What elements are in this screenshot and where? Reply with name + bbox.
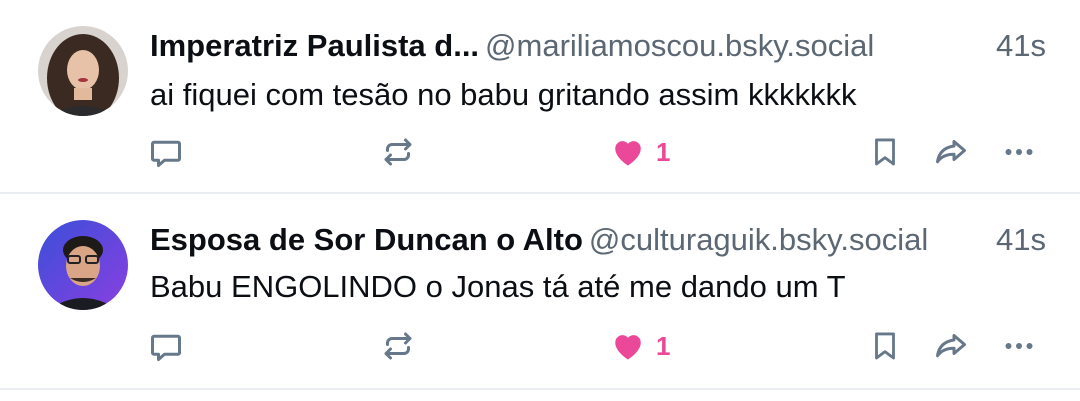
- post-actions: 1: [0, 130, 1080, 174]
- timestamp[interactable]: 41s: [996, 220, 1046, 260]
- reply-icon: [151, 334, 181, 361]
- repost-button[interactable]: [380, 130, 416, 174]
- bookmark-icon: [875, 332, 895, 360]
- display-name[interactable]: Esposa de Sor Duncan o Alto: [150, 222, 583, 257]
- like-count: 1: [656, 330, 671, 361]
- avatar[interactable]: [38, 26, 128, 116]
- feed: Imperatriz Paulista d... @mariliamoscou.b…: [0, 0, 1080, 401]
- bookmark-button[interactable]: [868, 130, 902, 174]
- share-icon: [936, 334, 966, 358]
- post-header: Imperatriz Paulista d... @mariliamoscou.b…: [150, 26, 1050, 66]
- post-actions: 1: [0, 324, 1080, 368]
- repost-button[interactable]: [380, 324, 416, 368]
- display-name[interactable]: Imperatriz Paulista d...: [150, 28, 479, 63]
- heart-icon: [615, 141, 641, 166]
- avatar[interactable]: [38, 220, 128, 310]
- timestamp[interactable]: 41s: [996, 26, 1046, 66]
- like-button[interactable]: 1: [610, 130, 670, 174]
- heart-icon: [615, 335, 641, 360]
- share-button[interactable]: [932, 324, 970, 368]
- bookmark-icon: [875, 138, 895, 166]
- reply-button[interactable]: [148, 324, 184, 368]
- post-text: ai fiquei com tesão no babu gritando ass…: [150, 77, 857, 112]
- bookmark-button[interactable]: [868, 324, 902, 368]
- more-button[interactable]: [1000, 130, 1038, 174]
- reply-icon: [151, 140, 181, 167]
- repost-icon: [384, 138, 412, 166]
- handle[interactable]: @culturaguik.bsky.social: [589, 222, 928, 257]
- post-item[interactable]: Imperatriz Paulista d... @mariliamoscou.b…: [0, 0, 1080, 194]
- more-icon: [1005, 343, 1033, 349]
- like-button[interactable]: 1: [610, 324, 670, 368]
- more-icon: [1005, 149, 1033, 155]
- handle[interactable]: @mariliamoscou.bsky.social: [485, 28, 874, 63]
- more-button[interactable]: [1000, 324, 1038, 368]
- like-count: 1: [656, 136, 671, 167]
- post-header: Esposa de Sor Duncan o Alto @culturaguik.…: [150, 220, 1050, 260]
- share-button[interactable]: [932, 130, 970, 174]
- post-item[interactable]: Esposa de Sor Duncan o Alto @culturaguik.…: [0, 196, 1080, 390]
- reply-button[interactable]: [148, 130, 184, 174]
- post-text: Babu ENGOLINDO o Jonas tá até me dando u…: [150, 269, 846, 304]
- repost-icon: [384, 332, 412, 360]
- share-icon: [936, 140, 966, 164]
